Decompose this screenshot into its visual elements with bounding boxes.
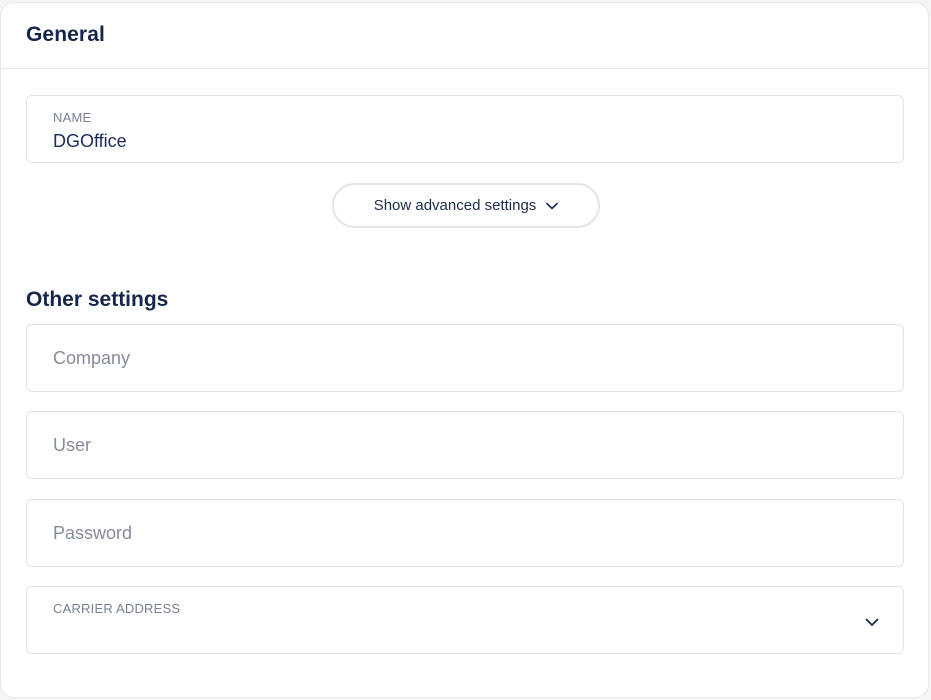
name-field[interactable]: NAME DGOffice (26, 95, 904, 163)
password-input[interactable] (27, 500, 903, 566)
settings-card: General NAME DGOffice Show advanced sett… (0, 2, 929, 698)
password-field[interactable] (26, 499, 904, 567)
chevron-down-icon[interactable] (865, 614, 879, 632)
user-field[interactable] (26, 411, 904, 479)
carrier-address-select[interactable]: CARRIER ADDRESS (26, 586, 904, 654)
name-field-label: NAME (53, 110, 92, 125)
show-advanced-settings-button[interactable]: Show advanced settings (332, 183, 600, 228)
general-section-title: General (26, 23, 105, 46)
show-advanced-settings-label: Show advanced settings (373, 197, 537, 214)
user-input[interactable] (27, 412, 903, 478)
name-field-value[interactable]: DGOffice (53, 131, 127, 152)
company-input[interactable] (27, 325, 903, 391)
other-settings-section-title: Other settings (26, 288, 169, 311)
card-header: General (1, 3, 928, 69)
company-field[interactable] (26, 324, 904, 392)
carrier-address-label: CARRIER ADDRESS (53, 601, 181, 616)
chevron-down-icon (546, 202, 559, 210)
